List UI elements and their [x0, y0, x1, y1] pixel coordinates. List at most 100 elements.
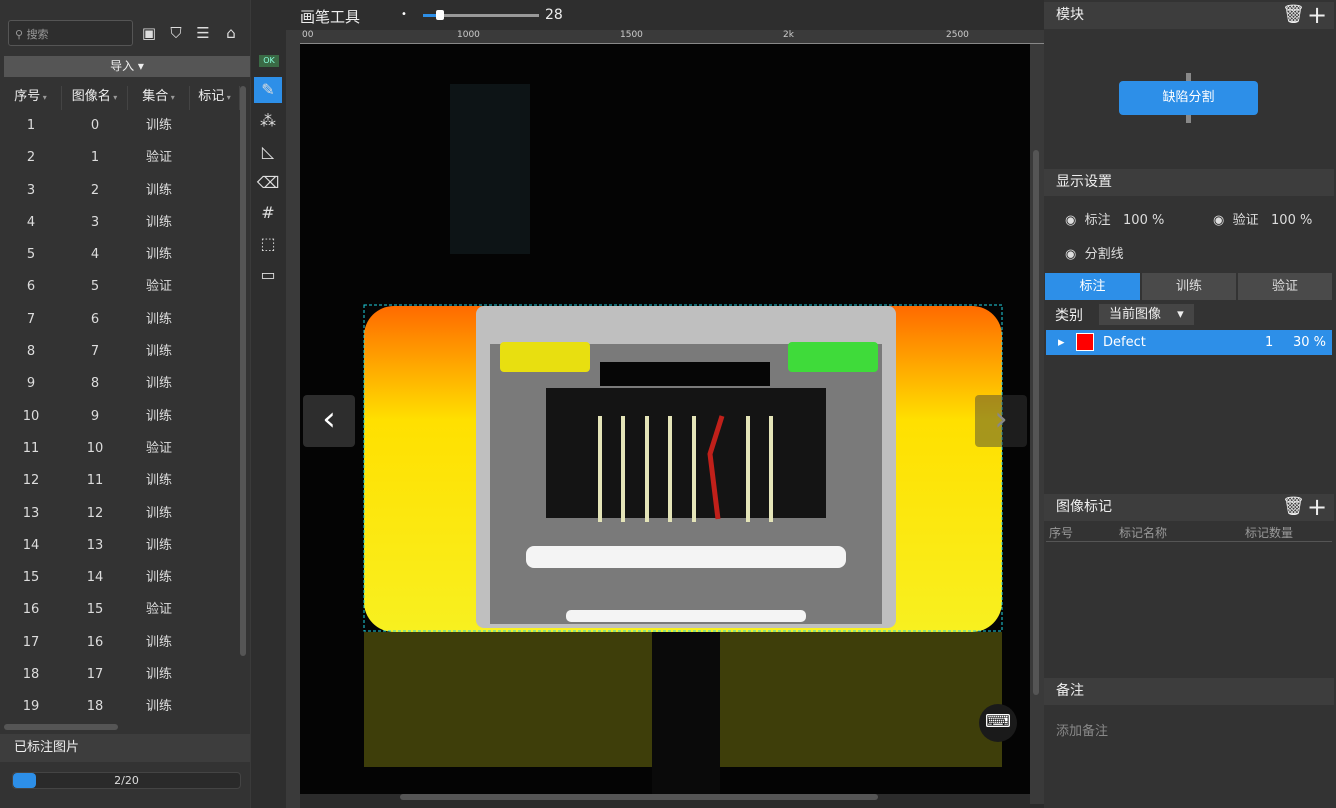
table-row[interactable]: 11 10 验证	[0, 433, 240, 465]
table-cell: 12	[86, 505, 104, 521]
notes-input[interactable]: 添加备注	[1056, 720, 1108, 739]
column-header[interactable]: 标记 ▾	[190, 86, 240, 110]
table-cell: 训练	[145, 634, 172, 650]
next-image-button[interactable]: ›	[975, 395, 1027, 447]
image-marks-table-header: 序号 标记名称 标记数量	[1046, 522, 1332, 542]
tab-label[interactable]: 标注	[1045, 273, 1140, 300]
table-row[interactable]: 12 11 训练	[0, 465, 240, 497]
category-selected: 当前图像	[1109, 307, 1162, 322]
import-button[interactable]: 导入 ▾	[4, 56, 250, 77]
list-hscrollbar[interactable]	[4, 724, 118, 730]
table-cell-mark	[190, 271, 240, 303]
label-visibility-name: 标注	[1084, 213, 1111, 228]
polygon-tool-icon[interactable]: ◺	[254, 139, 282, 165]
chevron-down-icon: ▾	[1177, 307, 1184, 322]
sort-icon[interactable]: ▾	[111, 93, 117, 102]
table-cell: 8	[26, 344, 36, 360]
table-row[interactable]: 17 16 训练	[0, 627, 240, 659]
table-row[interactable]: 3 2 训练	[0, 175, 240, 207]
canvas-vscrollbar[interactable]	[1033, 150, 1039, 695]
rect-select-icon[interactable]: ⬚	[254, 231, 282, 257]
prev-image-button[interactable]: ‹	[303, 395, 355, 447]
plus-icon[interactable]: +	[1307, 1, 1327, 29]
notes-title: 备注	[1056, 683, 1084, 699]
table-cell: 16	[86, 634, 104, 650]
canvas-hscrollbar[interactable]	[400, 794, 878, 800]
brush-size-value: 28	[545, 7, 563, 23]
table-cell-mark	[190, 498, 240, 530]
tab-train[interactable]: 训练	[1142, 273, 1236, 300]
table-row[interactable]: 14 13 训练	[0, 530, 240, 562]
sort-icon[interactable]: ▾	[224, 93, 231, 102]
ruler-tick: 2500	[946, 30, 969, 40]
sort-icon[interactable]: ▾	[40, 93, 47, 102]
split-line-name: 分割线	[1084, 247, 1124, 262]
table-row[interactable]: 1 0 训练	[0, 110, 240, 142]
filter-icon[interactable]: ⛉	[165, 22, 187, 44]
table-row[interactable]: 4 3 训练	[0, 207, 240, 239]
trash-icon[interactable]: 🗑	[1282, 496, 1305, 517]
table-cell: 18	[86, 699, 104, 715]
table-cell: 11	[86, 473, 104, 489]
brush-size-knob[interactable]	[436, 10, 445, 20]
label-visibility-toggle[interactable]: ◉ 标注 100 %	[1065, 209, 1164, 228]
category-select[interactable]: 当前图像 ▾	[1099, 304, 1194, 325]
table-row[interactable]: 8 7 训练	[0, 336, 240, 368]
eye-icon: ◉	[1065, 213, 1077, 228]
table-cell-mark	[190, 110, 240, 142]
roi-tool-icon[interactable]: ▭	[254, 262, 282, 288]
tool-title: 画笔工具	[300, 8, 361, 26]
table-row[interactable]: 5 4 训练	[0, 239, 240, 271]
verify-visibility-toggle[interactable]: ◉ 验证 100 %	[1213, 209, 1312, 228]
rj45-image	[363, 84, 1003, 794]
table-row[interactable]: 7 6 训练	[0, 304, 240, 336]
grid-tool-icon[interactable]: #	[254, 200, 282, 226]
brush-tool-icon[interactable]: ✎	[254, 77, 282, 103]
table-row[interactable]: 9 8 训练	[0, 368, 240, 400]
table-row[interactable]: 10 9 训练	[0, 401, 240, 433]
caret-right-icon[interactable]: ▸	[1058, 330, 1065, 355]
column-header[interactable]: 序号 ▾	[0, 86, 62, 110]
table-cell: 18	[22, 667, 40, 683]
col-mark-count: 标记数量	[1245, 526, 1294, 540]
trash-icon[interactable]: 🗑	[1282, 4, 1305, 25]
split-line-toggle[interactable]: ◉ 分割线	[1065, 243, 1124, 262]
search-placeholder: 搜索	[26, 28, 49, 41]
image-canvas[interactable]	[300, 44, 1030, 794]
keyboard-icon[interactable]: ⌨	[979, 704, 1017, 742]
chevron-down-icon: ▾	[137, 59, 144, 73]
table-row[interactable]: 15 14 训练	[0, 562, 240, 594]
defect-color-swatch[interactable]	[1076, 333, 1094, 351]
image-settings-icon[interactable]: ▣	[138, 22, 160, 44]
defect-segmentation-module[interactable]: 缺陷分割	[1119, 81, 1258, 115]
table-row[interactable]: 13 12 训练	[0, 498, 240, 530]
column-header-label: 图像名	[71, 89, 111, 104]
magic-wand-icon[interactable]: ⁂	[254, 108, 282, 134]
table-cell: 3	[26, 182, 36, 198]
eraser-icon[interactable]: ⌫	[254, 170, 282, 196]
column-header[interactable]: 集合 ▾	[128, 86, 190, 110]
table-cell-mark	[190, 627, 240, 659]
column-header[interactable]: 图像名 ▾	[62, 86, 128, 110]
table-cell: 训练	[145, 667, 172, 683]
defect-name: Defect	[1103, 335, 1146, 350]
table-cell-mark	[190, 368, 240, 400]
table-row[interactable]: 6 5 验证	[0, 271, 240, 303]
plus-icon[interactable]: +	[1307, 493, 1327, 521]
search-input[interactable]: ⚲ 搜索	[8, 20, 133, 46]
list-scrollbar[interactable]	[240, 86, 246, 656]
table-cell: 验证	[145, 279, 172, 295]
list-icon[interactable]: ☰	[192, 22, 214, 44]
sort-icon[interactable]: ▾	[168, 93, 175, 102]
image-marks-title: 图像标记	[1056, 499, 1112, 515]
table-row[interactable]: 16 15 验证	[0, 594, 240, 626]
export-icon[interactable]: ⌂	[220, 22, 242, 44]
table-row[interactable]: 18 17 训练	[0, 659, 240, 691]
table-cell: 16	[22, 602, 40, 618]
table-cell-mark	[190, 207, 240, 239]
column-header-label: 集合	[142, 89, 169, 104]
table-cell: 训练	[145, 505, 172, 521]
table-row[interactable]: 2 1 验证	[0, 142, 240, 174]
table-row[interactable]: 19 18 训练	[0, 691, 240, 723]
tab-verify[interactable]: 验证	[1238, 273, 1332, 300]
